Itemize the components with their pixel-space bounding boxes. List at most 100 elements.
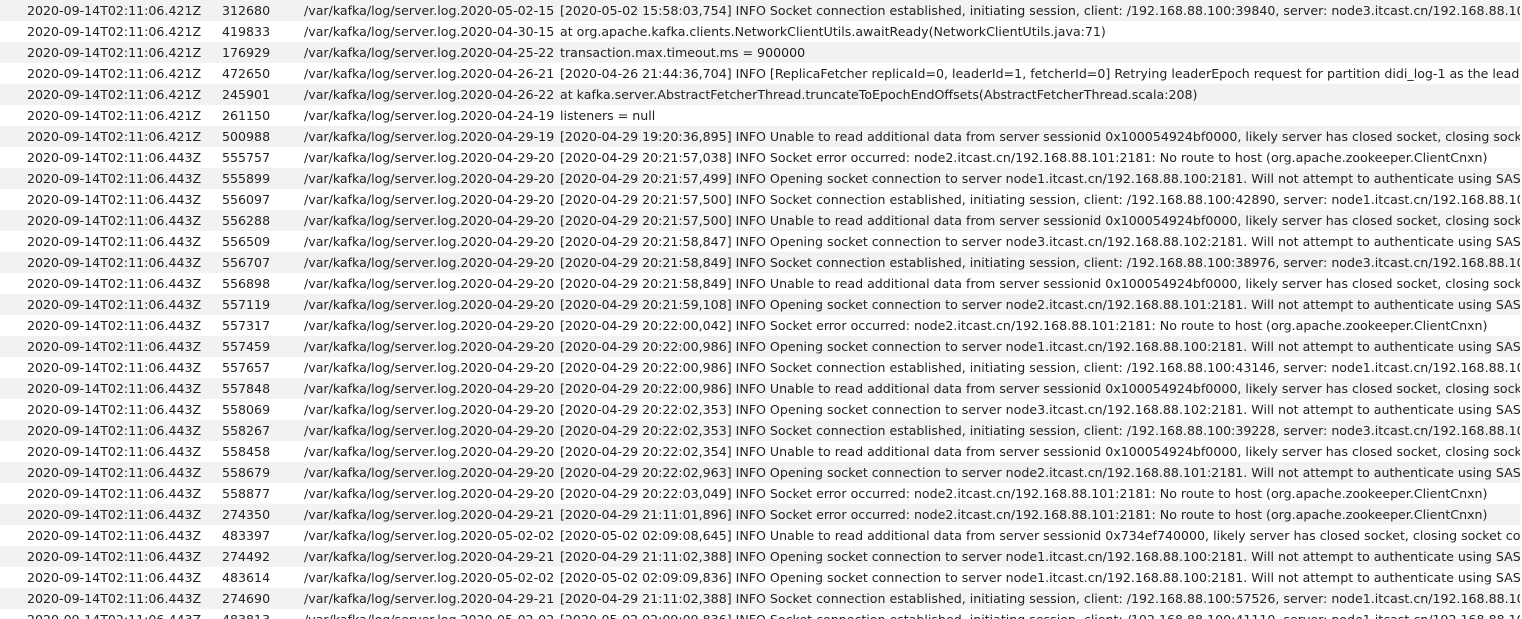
offset-cell: 483813 [222,609,304,619]
offset-cell: 419833 [222,21,304,42]
path-cell: /var/kafka/log/server.log.2020-05-02-02 [304,567,560,588]
message-cell: [2020-04-29 20:22:02,353] INFO Opening s… [560,399,1522,420]
row-gutter [0,420,27,441]
offset-cell: 556288 [222,210,304,231]
offset-cell: 558458 [222,441,304,462]
offset-cell: 274492 [222,546,304,567]
table-row[interactable]: 2020-09-14T02:11:06.443Z 555899/var/kafka… [0,168,1522,189]
offset-cell: 274350 [222,504,304,525]
table-row[interactable]: 2020-09-14T02:11:06.443Z 557317/var/kafka… [0,315,1522,336]
message-cell: at org.apache.kafka.clients.NetworkClien… [560,21,1522,42]
path-cell: /var/kafka/log/server.log.2020-04-29-20 [304,441,560,462]
table-row[interactable]: 2020-09-14T02:11:06.443Z 556097/var/kafka… [0,189,1522,210]
offset-cell: 558267 [222,420,304,441]
log-table-container[interactable]: 2020-09-14T02:11:06.421Z 312680/var/kafka… [0,0,1522,619]
table-row[interactable]: 2020-09-14T02:11:06.421Z 176929/var/kafka… [0,42,1522,63]
offset-cell: 557119 [222,294,304,315]
table-row[interactable]: 2020-09-14T02:11:06.443Z 556509/var/kafka… [0,231,1522,252]
path-cell: /var/kafka/log/server.log.2020-05-02-15 [304,0,560,21]
row-gutter [0,231,27,252]
message-cell: [2020-05-02 02:09:09,836] INFO Socket co… [560,609,1522,619]
table-row[interactable]: 2020-09-14T02:11:06.443Z 558877/var/kafka… [0,483,1522,504]
message-cell: listeners = null [560,105,1522,126]
message-cell: [2020-04-29 20:22:00,986] INFO Opening s… [560,336,1522,357]
row-gutter [0,105,27,126]
table-row[interactable]: 2020-09-14T02:11:06.443Z 558679/var/kafka… [0,462,1522,483]
timestamp-cell: 2020-09-14T02:11:06.421Z [27,105,222,126]
timestamp-cell: 2020-09-14T02:11:06.421Z [27,42,222,63]
path-cell: /var/kafka/log/server.log.2020-04-29-20 [304,168,560,189]
table-row[interactable]: 2020-09-14T02:11:06.443Z483813/var/kafka… [0,609,1522,619]
offset-cell: 483614 [222,567,304,588]
path-cell: /var/kafka/log/server.log.2020-04-29-21 [304,546,560,567]
table-row[interactable]: 2020-09-14T02:11:06.443Z 557119/var/kafka… [0,294,1522,315]
row-gutter [0,441,27,462]
timestamp-cell: 2020-09-14T02:11:06.421Z [27,0,222,21]
table-row[interactable]: 2020-09-14T02:11:06.421Z 245901/var/kafka… [0,84,1522,105]
message-cell: [2020-04-29 20:22:00,986] INFO Socket co… [560,357,1522,378]
row-gutter [0,63,27,84]
offset-cell: 555899 [222,168,304,189]
timestamp-cell: 2020-09-14T02:11:06.443Z [27,525,222,546]
table-row[interactable]: 2020-09-14T02:11:06.443Z 556288/var/kafka… [0,210,1522,231]
table-row[interactable]: 2020-09-14T02:11:06.443Z 483397/var/kafka… [0,525,1522,546]
table-row[interactable]: 2020-09-14T02:11:06.443Z 556707/var/kafka… [0,252,1522,273]
table-row[interactable]: 2020-09-14T02:11:06.443Z 558267/var/kafka… [0,420,1522,441]
table-row[interactable]: 2020-09-14T02:11:06.443Z 557848/var/kafka… [0,378,1522,399]
message-cell: [2020-04-29 21:11:02,388] INFO Opening s… [560,546,1522,567]
path-cell: /var/kafka/log/server.log.2020-04-29-20 [304,252,560,273]
path-cell: /var/kafka/log/server.log.2020-04-26-21 [304,63,560,84]
timestamp-cell: 2020-09-14T02:11:06.443Z [27,210,222,231]
table-row[interactable]: 2020-09-14T02:11:06.421Z 261150/var/kafka… [0,105,1522,126]
table-row[interactable]: 2020-09-14T02:11:06.443Z 557657/var/kafka… [0,357,1522,378]
message-cell: [2020-04-29 20:22:00,042] INFO Socket er… [560,315,1522,336]
offset-cell: 312680 [222,0,304,21]
row-gutter [0,126,27,147]
table-row[interactable]: 2020-09-14T02:11:06.443Z 558458/var/kafka… [0,441,1522,462]
table-row[interactable]: 2020-09-14T02:11:06.443Z 556898/var/kafka… [0,273,1522,294]
message-cell: [2020-04-29 20:22:02,353] INFO Socket co… [560,420,1522,441]
row-gutter [0,210,27,231]
timestamp-cell: 2020-09-14T02:11:06.443Z [27,168,222,189]
table-row[interactable]: 2020-09-14T02:11:06.421Z 500988/var/kafka… [0,126,1522,147]
offset-cell: 557317 [222,315,304,336]
row-gutter [0,168,27,189]
message-cell: [2020-04-29 20:21:57,038] INFO Socket er… [560,147,1522,168]
offset-cell: 557459 [222,336,304,357]
log-table-body: 2020-09-14T02:11:06.421Z 312680/var/kafka… [0,0,1522,619]
table-row[interactable]: 2020-09-14T02:11:06.443Z 555757/var/kafka… [0,147,1522,168]
log-table: 2020-09-14T02:11:06.421Z 312680/var/kafka… [0,0,1522,619]
offset-cell: 261150 [222,105,304,126]
table-row[interactable]: 2020-09-14T02:11:06.443Z 274350/var/kafka… [0,504,1522,525]
table-row[interactable]: 2020-09-14T02:11:06.443Z 558069/var/kafka… [0,399,1522,420]
row-gutter [0,21,27,42]
timestamp-cell: 2020-09-14T02:11:06.443Z [27,441,222,462]
message-cell: [2020-04-29 20:21:57,499] INFO Opening s… [560,168,1522,189]
timestamp-cell: 2020-09-14T02:11:06.443Z [27,252,222,273]
message-cell: [2020-04-29 19:20:36,895] INFO Unable to… [560,126,1522,147]
message-cell: [2020-04-29 20:22:02,963] INFO Opening s… [560,462,1522,483]
table-row[interactable]: 2020-09-14T02:11:06.443Z 483614/var/kafka… [0,567,1522,588]
message-cell: [2020-05-02 02:09:08,645] INFO Unable to… [560,525,1522,546]
table-row[interactable]: 2020-09-14T02:11:06.421Z 419833/var/kafka… [0,21,1522,42]
timestamp-cell: 2020-09-14T02:11:06.443Z [27,588,222,609]
offset-cell: 556097 [222,189,304,210]
table-row[interactable]: 2020-09-14T02:11:06.421Z 312680/var/kafka… [0,0,1522,21]
row-gutter [0,273,27,294]
timestamp-cell: 2020-09-14T02:11:06.443Z [27,378,222,399]
row-gutter [0,399,27,420]
offset-cell: 558679 [222,462,304,483]
table-row[interactable]: 2020-09-14T02:11:06.443Z 274690/var/kafka… [0,588,1522,609]
row-gutter [0,525,27,546]
message-cell: [2020-04-29 20:21:57,500] INFO Socket co… [560,189,1522,210]
table-row[interactable]: 2020-09-14T02:11:06.443Z 557459/var/kafka… [0,336,1522,357]
timestamp-cell: 2020-09-14T02:11:06.443Z [27,147,222,168]
table-row[interactable]: 2020-09-14T02:11:06.421Z 472650/var/kafka… [0,63,1522,84]
timestamp-cell: 2020-09-14T02:11:06.443Z [27,189,222,210]
path-cell: /var/kafka/log/server.log.2020-05-02-02 [304,525,560,546]
table-row[interactable]: 2020-09-14T02:11:06.443Z 274492/var/kafka… [0,546,1522,567]
message-cell: [2020-04-29 20:21:58,849] INFO Unable to… [560,273,1522,294]
message-cell: [2020-04-29 20:21:57,500] INFO Unable to… [560,210,1522,231]
timestamp-cell: 2020-09-14T02:11:06.421Z [27,84,222,105]
timestamp-cell: 2020-09-14T02:11:06.443Z [27,483,222,504]
